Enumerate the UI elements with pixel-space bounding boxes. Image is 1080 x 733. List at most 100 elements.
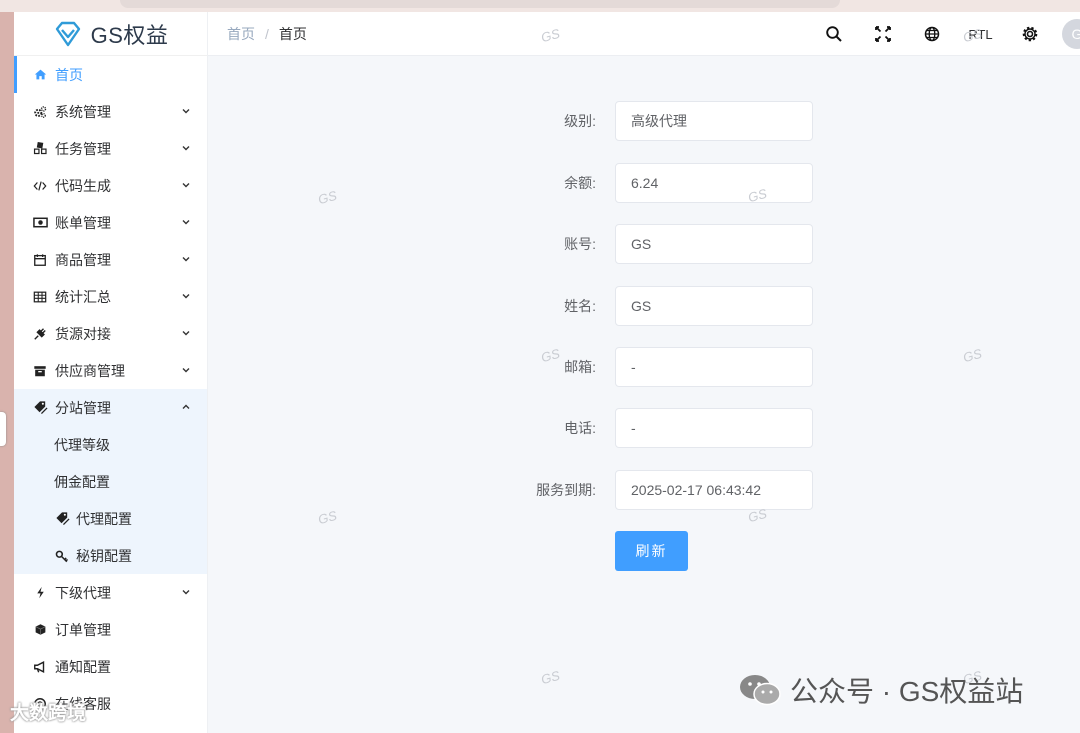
- breadcrumb-separator: /: [265, 25, 269, 42]
- sidebar-item-tasks[interactable]: 任务管理: [14, 130, 207, 167]
- level-field[interactable]: 高级代理: [615, 101, 813, 141]
- sidebar-item-substations[interactable]: 分站管理: [14, 389, 207, 426]
- chevron-down-icon: [182, 294, 190, 299]
- sidebar-item-label: 下级代理: [55, 584, 111, 601]
- sidebar-item-subagents[interactable]: 下级代理: [14, 574, 207, 611]
- tags-icon: [32, 400, 48, 416]
- globe-icon: [924, 26, 939, 42]
- form-row-email: 邮箱: -: [208, 347, 1080, 387]
- form-row-balance: 余额: 6.24: [208, 163, 1080, 203]
- table-icon: [32, 289, 48, 305]
- chevron-up-icon: [182, 404, 190, 409]
- settings-button[interactable]: [1005, 12, 1054, 56]
- bullhorn-icon: [32, 659, 48, 675]
- chevron-down-icon: [182, 220, 190, 225]
- account-field[interactable]: GS: [615, 224, 813, 264]
- cubes-icon: [32, 141, 48, 157]
- sidebar-menu: 首页 系统管理 任务管理 代码生成 账单管理 商品管理 统计汇总 货源对接 供应…: [14, 56, 207, 722]
- submenu-item-agent-level[interactable]: 代理等级: [14, 426, 207, 463]
- submenu-item-label: 代理配置: [76, 510, 132, 527]
- search-button[interactable]: [809, 12, 858, 56]
- wechat-watermark-text: 公众号 · GS权益站: [790, 676, 1024, 707]
- form-row-level: 级别: 高级代理: [208, 101, 1080, 141]
- sidebar-item-label: 通知配置: [55, 658, 111, 675]
- fullscreen-button[interactable]: [858, 12, 907, 56]
- sidebar-item-label: 订单管理: [55, 621, 111, 638]
- field-label: 账号:: [564, 236, 596, 252]
- sidebar-item-orders[interactable]: 订单管理: [14, 611, 207, 648]
- form-row-name: 姓名: GS: [208, 286, 1080, 326]
- rtl-toggle[interactable]: RTL: [956, 12, 1005, 56]
- field-label: 姓名:: [564, 298, 596, 314]
- sidebar: GS权益 首页 系统管理 任务管理 代码生成 账单管理 商品管理 统计汇总 货源…: [14, 12, 208, 733]
- submenu-item-label: 秘钥配置: [76, 547, 132, 564]
- sidebar-item-label: 系统管理: [55, 103, 111, 120]
- breadcrumb-item-home[interactable]: 首页: [227, 24, 255, 44]
- sidebar-item-label: 供应商管理: [55, 362, 125, 379]
- sidebar-item-suppliers[interactable]: 供应商管理: [14, 352, 207, 389]
- phone-field[interactable]: -: [615, 408, 813, 448]
- watermark-text: GS: [539, 667, 562, 688]
- refresh-button[interactable]: 刷新: [615, 531, 688, 571]
- sidebar-item-label: 统计汇总: [55, 288, 111, 305]
- watermark-text: GS: [316, 507, 339, 528]
- chevron-down-icon: [182, 257, 190, 262]
- chevron-down-icon: [182, 109, 190, 114]
- sidebar-item-system[interactable]: 系统管理: [14, 93, 207, 130]
- logo-text: GS权益: [90, 22, 169, 48]
- diamond-logo-icon: [55, 21, 80, 46]
- submenu-substations: 代理等级 佣金配置 代理配置 秘钥配置: [14, 426, 207, 574]
- cube-icon: [32, 622, 48, 638]
- fullscreen-icon: [874, 26, 891, 42]
- chevron-down-icon: [182, 368, 190, 373]
- sidebar-item-label: 首页: [55, 66, 83, 83]
- wechat-watermark: 公众号 · GS权益站: [738, 672, 1023, 708]
- sidebar-item-label: 在线客服: [55, 695, 111, 712]
- app-window: GS权益 首页 系统管理 任务管理 代码生成 账单管理 商品管理 统计汇总 货源…: [14, 12, 1080, 733]
- chevron-down-icon: [182, 146, 190, 151]
- support-icon: [32, 696, 48, 712]
- service-expiry-field[interactable]: 2025-02-17 06:43:42: [615, 470, 813, 510]
- email-field[interactable]: -: [615, 347, 813, 387]
- sidebar-item-label: 账单管理: [55, 214, 111, 231]
- sidebar-item-stats[interactable]: 统计汇总: [14, 278, 207, 315]
- chevron-down-icon: [182, 590, 190, 595]
- balance-field[interactable]: 6.24: [615, 163, 813, 203]
- browser-top-strip: [0, 0, 1080, 12]
- form-row-account: 账号: GS: [208, 224, 1080, 264]
- submenu-item-agent-config[interactable]: 代理配置: [14, 500, 207, 537]
- sidebar-item-notify[interactable]: 通知配置: [14, 648, 207, 685]
- wechat-icon: [740, 675, 781, 706]
- sidebar-item-label: 分站管理: [55, 399, 111, 416]
- form-row-phone: 电话: -: [208, 408, 1080, 448]
- header-actions: RTL G: [809, 12, 1080, 56]
- sidebar-item-home[interactable]: 首页: [14, 56, 207, 93]
- bolt-icon: [32, 585, 48, 601]
- language-button[interactable]: [907, 12, 956, 56]
- submenu-item-key-config[interactable]: 秘钥配置: [14, 537, 207, 574]
- sidebar-item-support[interactable]: 在线客服: [14, 685, 207, 722]
- top-header: 首页 / 首页 RTL G: [208, 12, 1080, 56]
- plug-icon: [32, 326, 48, 342]
- submenu-item-commission[interactable]: 佣金配置: [14, 463, 207, 500]
- avatar[interactable]: G: [1062, 19, 1080, 49]
- main-content: 级别: 高级代理 余额: 6.24 账号: GS 姓名: GS 邮箱: - 电话…: [208, 26, 1080, 733]
- sidebar-item-label: 商品管理: [55, 251, 111, 268]
- side-drag-handle[interactable]: [0, 412, 6, 446]
- money-icon: [32, 215, 48, 231]
- tags-icon: [54, 511, 70, 527]
- sidebar-item-products[interactable]: 商品管理: [14, 241, 207, 278]
- submenu-item-label: 代理等级: [54, 436, 110, 453]
- sidebar-item-bills[interactable]: 账单管理: [14, 204, 207, 241]
- sidebar-item-sourcing[interactable]: 货源对接: [14, 315, 207, 352]
- sidebar-item-codegen[interactable]: 代码生成: [14, 167, 207, 204]
- browser-address-pill: [120, 0, 840, 8]
- name-field[interactable]: GS: [615, 286, 813, 326]
- key-icon: [54, 548, 70, 564]
- logo[interactable]: GS权益: [14, 12, 207, 56]
- chevron-down-icon: [182, 183, 190, 188]
- field-label: 服务到期:: [536, 482, 596, 498]
- calendar-icon: [32, 252, 48, 268]
- chevron-down-icon: [182, 331, 190, 336]
- field-label: 电话:: [564, 420, 596, 436]
